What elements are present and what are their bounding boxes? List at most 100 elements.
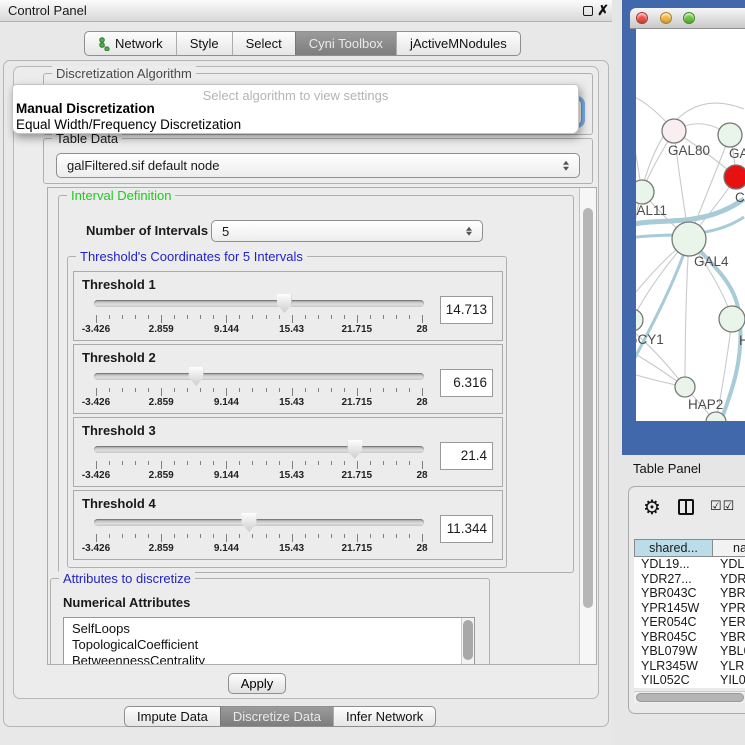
- node-label: H: [739, 333, 745, 348]
- tick-mark: [122, 315, 123, 319]
- network-node-hap2[interactable]: [675, 377, 695, 397]
- table-panel-title: Table Panel: [633, 461, 701, 476]
- tab-cyni-toolbox[interactable]: Cyni Toolbox: [295, 32, 396, 55]
- attributes-title: Attributes to discretize: [59, 571, 195, 586]
- tab-style[interactable]: Style: [176, 32, 232, 55]
- network-node-gal4[interactable]: [672, 222, 706, 256]
- tab-jactivemnodules[interactable]: jActiveMNodules: [396, 32, 520, 55]
- table-row[interactable]: YDL19...YDL1: [634, 557, 745, 572]
- zoom-traffic-light-icon[interactable]: [683, 12, 695, 24]
- apply-button[interactable]: Apply: [228, 673, 286, 694]
- tick-mark: [292, 388, 293, 396]
- table-panel-toolbar: ⚙ ☑☑: [629, 493, 745, 529]
- table-row[interactable]: YDR27...YDR2: [634, 572, 745, 587]
- threshold-2-slider[interactable]: -3.4262.8599.14415.4321.71528: [94, 367, 424, 409]
- slider-tick-labels: -3.4262.8599.14415.4321.71528: [96, 543, 422, 554]
- number-of-intervals-spinner[interactable]: 5: [211, 220, 483, 242]
- tab-label: Style: [190, 36, 219, 51]
- tick-mark: [174, 461, 175, 465]
- threshold-3-slider[interactable]: -3.4262.8599.14415.4321.71528: [94, 440, 424, 482]
- network-node-gal80[interactable]: [662, 119, 686, 143]
- algorithm-option-manual-discretization[interactable]: Manual Discretization: [13, 101, 578, 117]
- column-header[interactable]: na: [713, 539, 745, 557]
- tick-label: -3.426: [82, 470, 110, 481]
- checkbox-icons[interactable]: ☑☑: [710, 498, 735, 514]
- gear-icon[interactable]: ⚙: [643, 495, 661, 520]
- tick-mark: [422, 315, 423, 323]
- network-window-titlebar[interactable]: [630, 8, 745, 29]
- table-row[interactable]: YPR145WYPR1: [634, 601, 745, 616]
- table-hscrollbar-thumb[interactable]: [636, 693, 744, 702]
- network-node-gcy1[interactable]: [636, 309, 643, 331]
- tab-network[interactable]: Network: [85, 32, 176, 55]
- attribute-item[interactable]: SelfLoops: [72, 621, 474, 637]
- table-cell: YBL079W: [634, 644, 713, 659]
- attribute-item[interactable]: BetweennessCentrality: [72, 653, 474, 665]
- attribute-item[interactable]: TopologicalCoefficient: [72, 637, 474, 653]
- tick-mark: [279, 315, 280, 319]
- network-node-h[interactable]: [719, 306, 745, 332]
- tick-mark: [187, 534, 188, 538]
- tick-mark: [213, 315, 214, 319]
- tick-label: 28: [416, 543, 427, 554]
- bottom-tab-infer-network[interactable]: Infer Network: [333, 707, 435, 726]
- algorithm-option-equal-width-frequency-discretization[interactable]: Equal Width/Frequency Discretization: [13, 117, 578, 133]
- bottom-tab-discretize-data[interactable]: Discretize Data: [220, 707, 333, 726]
- table-row[interactable]: YER054CYER0: [634, 615, 745, 630]
- threshold-2-value[interactable]: 6.316: [440, 369, 493, 397]
- threshold-4-slider-thumb[interactable]: [242, 513, 257, 532]
- network-edge: [685, 239, 689, 387]
- threshold-2-slider-thumb[interactable]: [189, 367, 204, 386]
- tab-select[interactable]: Select: [232, 32, 295, 55]
- threshold-1-value[interactable]: 14.713: [440, 296, 493, 324]
- tick-mark: [187, 315, 188, 319]
- tick-mark: [135, 461, 136, 465]
- minimize-traffic-light-icon[interactable]: [660, 12, 672, 24]
- float-window-icon[interactable]: [583, 6, 593, 16]
- threshold-1-slider[interactable]: -3.4262.8599.14415.4321.71528: [94, 294, 424, 336]
- tick-mark: [383, 388, 384, 392]
- network-graph[interactable]: GAL80GACGAL11GAL4GCY1HHAP2: [636, 29, 745, 421]
- list-scrollbar[interactable]: [461, 618, 474, 665]
- threshold-3-value[interactable]: 21.4: [440, 442, 493, 470]
- settings-scrollbar[interactable]: [579, 188, 596, 664]
- tick-mark: [148, 461, 149, 465]
- tick-mark: [370, 315, 371, 319]
- table-hscrollbar[interactable]: [634, 691, 745, 703]
- threshold-4-slider[interactable]: -3.4262.8599.14415.4321.71528: [94, 513, 424, 555]
- network-canvas[interactable]: GAL80GACGAL11GAL4GCY1HHAP2: [636, 29, 745, 421]
- tick-mark: [422, 534, 423, 542]
- table-row[interactable]: YIL052CYIL0: [634, 673, 745, 688]
- table-row[interactable]: YBR045CYBR0: [634, 630, 745, 645]
- bottom-tab-impute-data[interactable]: Impute Data: [125, 707, 220, 726]
- list-scrollbar-thumb[interactable]: [463, 620, 473, 660]
- network-node-ga[interactable]: [718, 123, 742, 147]
- column-header[interactable]: shared...: [634, 539, 713, 557]
- tick-mark: [135, 388, 136, 392]
- threshold-4-value[interactable]: 11.344: [440, 515, 493, 543]
- close-panel-icon[interactable]: ✗: [597, 0, 609, 21]
- close-traffic-light-icon[interactable]: [636, 12, 648, 24]
- slider-ticks: [96, 388, 422, 397]
- table-row[interactable]: YBL079WYBL0: [634, 644, 745, 659]
- threshold-panel-3: Threshold 3-3.4262.8599.14415.4321.71528…: [73, 417, 503, 487]
- network-node-c[interactable]: [724, 165, 745, 189]
- threshold-3-slider-thumb[interactable]: [347, 440, 362, 459]
- table-row[interactable]: YBR043CYBR0: [634, 586, 745, 601]
- tick-mark: [279, 461, 280, 465]
- threshold-row: -3.4262.8599.14415.4321.71528 6.316: [74, 365, 502, 409]
- table-data-combobox[interactable]: galFiltered.sif default node: [56, 153, 580, 178]
- network-node-gal11[interactable]: [636, 180, 654, 204]
- threshold-1-slider-thumb[interactable]: [277, 294, 292, 313]
- tick-mark: [370, 534, 371, 538]
- tick-mark: [161, 315, 162, 323]
- columns-icon[interactable]: [678, 499, 694, 515]
- slider-track: [94, 446, 424, 453]
- table-row[interactable]: YLR345WYLR3: [634, 659, 745, 674]
- combo-arrows-icon: [466, 225, 473, 238]
- numerical-attributes-list[interactable]: SelfLoopsTopologicalCoefficientBetweenne…: [63, 617, 475, 665]
- settings-scrollbar-thumb[interactable]: [583, 208, 593, 608]
- tick-mark: [266, 534, 267, 538]
- cyni-bottom-tabs: Impute DataDiscretize DataInfer Network: [124, 706, 436, 727]
- interval-definition-group: Interval Definition Number of Intervals …: [58, 195, 574, 573]
